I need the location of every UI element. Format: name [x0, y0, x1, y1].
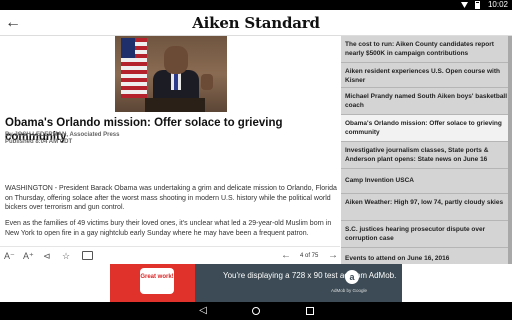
ad-brand: AdMob by Google [331, 288, 368, 293]
list-item-title: Camp Invention USCA [345, 177, 414, 184]
list-item-title: S.C. justices hearing prosecutor dispute… [345, 226, 486, 242]
ad-body[interactable]: You're displaying a 728 x 90 test ad fro… [195, 264, 402, 302]
flag-graphic [121, 38, 147, 98]
status-time: 10:02 [487, 0, 508, 9]
font-increase-button[interactable]: A⁺ [23, 250, 34, 262]
ad-banner[interactable]: Great work! You're displaying a 728 x 90… [0, 264, 512, 302]
related-articles-list: The cost to run: Aiken County candidates… [341, 36, 512, 264]
masthead-logo: Aiken Standard [192, 14, 320, 32]
arrow-right-icon[interactable]: → [328, 250, 338, 262]
wifi-icon [461, 2, 468, 8]
list-item-title: Aiken resident experiences U.S. Open cou… [345, 68, 500, 84]
photo-head [164, 46, 188, 74]
app-root: 10:02 ← Aiken Standard Obama's Orlando m… [0, 0, 512, 320]
list-item[interactable]: Investigative journalism classes, State … [341, 142, 512, 169]
article-counter: 4 of 75 [300, 253, 319, 259]
arrow-left-icon[interactable]: ← [281, 250, 291, 262]
list-item-title: Investigative journalism classes, State … [345, 147, 489, 163]
share-icon[interactable]: ⊲ [43, 250, 51, 262]
list-item[interactable]: Aiken resident experiences U.S. Open cou… [341, 63, 512, 88]
article-paragraph: Even as the families of 49 victims bury … [5, 220, 332, 237]
list-item-title: Events to attend on June 16, 2016 [345, 255, 450, 262]
star-icon[interactable]: ☆ [62, 250, 70, 262]
nav-back-icon[interactable]: ◁ [197, 305, 209, 317]
list-item[interactable]: The cost to run: Aiken County candidates… [341, 36, 512, 63]
photo-hand [201, 74, 213, 90]
nav-home-icon[interactable] [250, 305, 262, 317]
list-item[interactable]: Events to attend on June 16, 2016 [341, 248, 512, 264]
list-item[interactable]: S.C. justices hearing prosecutor dispute… [341, 221, 512, 248]
article-photo[interactable] [115, 36, 227, 112]
article-pane: Obama's Orlando mission: Offer solace to… [0, 36, 340, 246]
article-published: Published 8:04 AM CDT [5, 139, 73, 145]
admob-logo-icon: a [345, 270, 359, 284]
ad-message: You're displaying a 728 x 90 test ad fro… [223, 271, 397, 280]
comment-icon[interactable] [82, 251, 93, 260]
list-item-active[interactable]: Obama's Orlando mission: Offer solace to… [341, 115, 512, 142]
nav-recents-icon[interactable] [304, 305, 316, 317]
list-item-title: Michael Prandy named South Aiken boys' b… [345, 93, 508, 109]
list-item-title: Obama's Orlando mission: Offer solace to… [345, 120, 502, 136]
article-toolbar: A⁻ A⁺ ⊲ ☆ ← 4 of 75 → [0, 246, 340, 264]
font-decrease-button[interactable]: A⁻ [4, 250, 15, 262]
ad-graphic[interactable]: Great work! [110, 264, 195, 302]
battery-icon [475, 1, 480, 9]
list-item-title: Aiken Weather: High 97, low 74, partly c… [345, 199, 504, 206]
photo-podium [145, 98, 205, 112]
ad-bubble: Great work! [140, 268, 174, 294]
list-item[interactable]: Camp Invention USCA [341, 169, 512, 194]
list-item[interactable]: Aiken Weather: High 97, low 74, partly c… [341, 194, 512, 221]
app-bar: ← Aiken Standard [0, 10, 512, 36]
list-item[interactable]: Michael Prandy named South Aiken boys' b… [341, 88, 512, 115]
system-nav-bar: ◁ [0, 302, 512, 320]
article-paragraph: WASHINGTON - President Barack Obama was … [5, 185, 337, 211]
photo-tie [174, 72, 178, 90]
scrollbar-track[interactable] [508, 36, 512, 264]
list-item-title: The cost to run: Aiken County candidates… [345, 41, 494, 57]
status-bar: 10:02 [0, 0, 512, 10]
article-byline: By JOSH LEDERMAN, Associated Press [5, 132, 120, 138]
